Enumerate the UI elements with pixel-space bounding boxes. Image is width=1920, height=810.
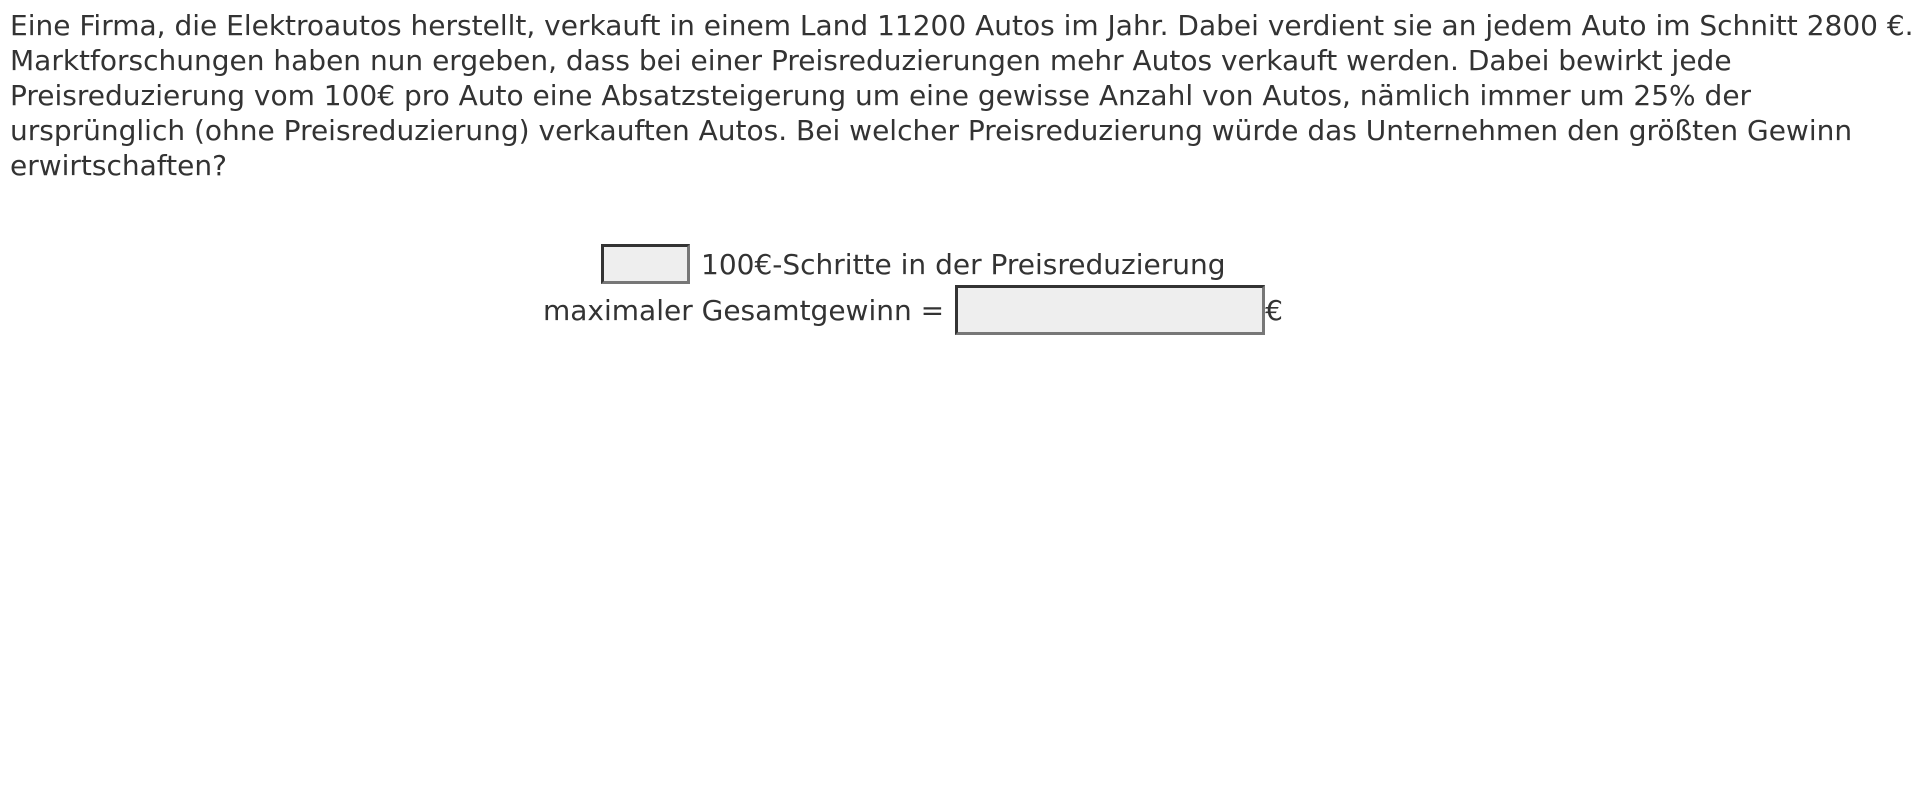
question-text: Eine Firma, die Elektroautos herstellt, … — [10, 9, 1914, 182]
steps-label: 100€-Schritte in der Preisreduzierung — [701, 247, 1226, 281]
steps-answer-row: 100€-Schritte in der Preisreduzierung — [601, 244, 1226, 284]
profit-input[interactable] — [955, 285, 1266, 335]
profit-answer-row: maximaler Gesamtgewinn = € — [543, 285, 1283, 335]
profit-label: maximaler Gesamtgewinn = — [543, 293, 945, 327]
euro-unit: € — [1265, 293, 1283, 327]
steps-input[interactable] — [601, 244, 690, 284]
